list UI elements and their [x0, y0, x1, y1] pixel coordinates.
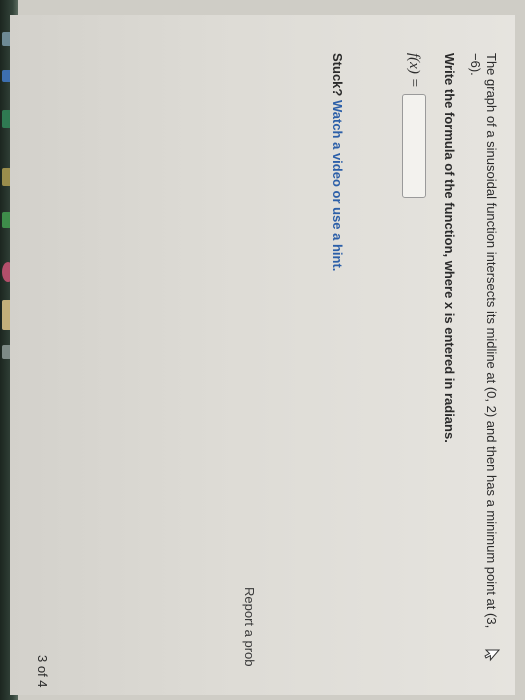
- help-line: Stuck? Watch a video or use a hint.: [330, 53, 345, 271]
- answer-input[interactable]: [402, 93, 426, 198]
- function-label: f(x) =: [406, 53, 423, 88]
- answer-row: f(x) =: [401, 53, 427, 198]
- photo-screen: The graph of a sinusoidal function inter…: [0, 0, 525, 700]
- report-problem-link[interactable]: Report a prob: [242, 587, 257, 667]
- question-text: The graph of a sinusoidal function inter…: [468, 53, 499, 629]
- exercise-page: The graph of a sinusoidal function inter…: [10, 15, 515, 695]
- cursor-arrow-icon: [484, 649, 501, 662]
- hint-link[interactable]: Watch a video or use a hint.: [330, 100, 345, 271]
- instruction-text: Write the formula of the function, where…: [442, 53, 457, 443]
- page-counter: 3 of 4: [35, 655, 50, 688]
- stuck-label: Stuck?: [330, 53, 345, 97]
